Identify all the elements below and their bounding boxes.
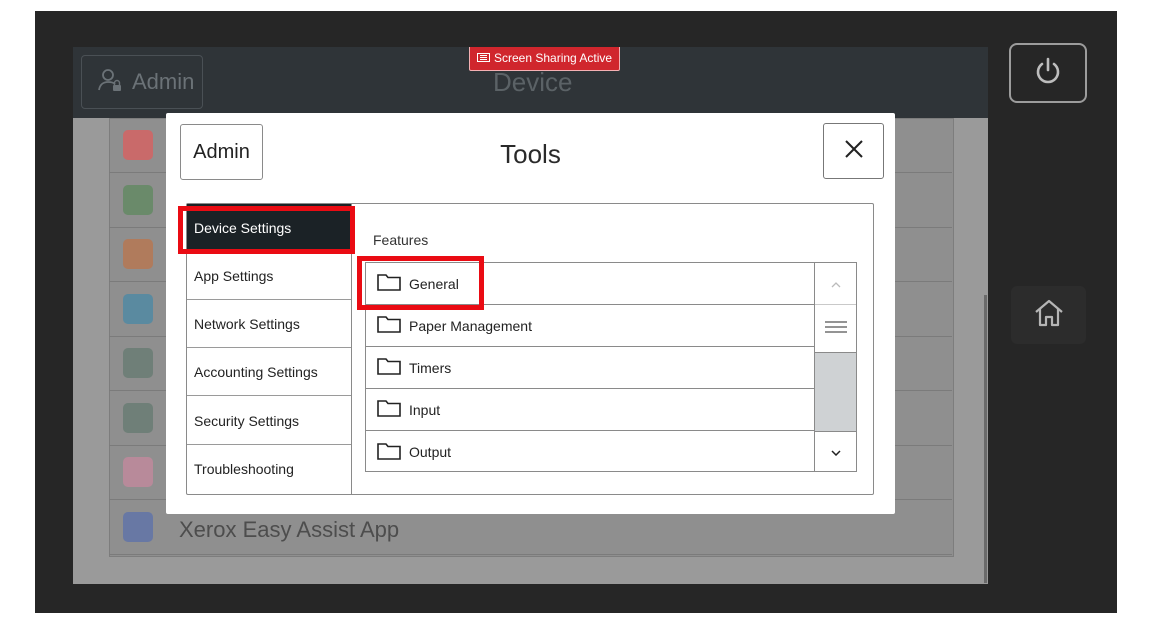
close-icon <box>843 138 865 165</box>
folder-icon <box>377 357 401 378</box>
background-scrollbar <box>984 295 987 583</box>
user-lock-icon <box>98 68 122 97</box>
settings-nav: Device Settings App Settings Network Set… <box>187 204 352 494</box>
drag-handle-icon <box>824 320 847 338</box>
folder-icon <box>377 399 401 420</box>
photo-upload-icon <box>123 130 153 160</box>
feature-label: Input <box>409 401 441 418</box>
feature-item-input[interactable]: Input <box>366 389 814 431</box>
background-page-title: Device <box>493 67 573 97</box>
screen-share-icon <box>477 51 490 65</box>
box-icon <box>123 239 153 269</box>
calculator-icon <box>123 294 153 324</box>
nav-item-device-settings[interactable]: Device Settings <box>187 204 351 252</box>
feature-label: Timers <box>409 359 452 376</box>
background-header: Admin Device Screen Sharing Active <box>73 47 988 118</box>
nav-item-network-settings[interactable]: Network Settings <box>187 300 351 348</box>
device-icon <box>123 403 153 433</box>
list-icon <box>123 185 153 215</box>
feature-label: General <box>409 275 459 292</box>
home-icon <box>1033 298 1065 333</box>
power-button[interactable] <box>1009 43 1087 103</box>
scroll-handle[interactable] <box>815 305 856 353</box>
id-badge-icon <box>123 512 153 542</box>
features-scrollbar[interactable] <box>815 262 857 472</box>
feature-item-paper-management[interactable]: Paper Management <box>366 305 814 347</box>
home-button[interactable] <box>1011 286 1086 344</box>
feature-item-timers[interactable]: Timers <box>366 347 814 389</box>
nav-item-security-settings[interactable]: Security Settings <box>187 397 351 445</box>
screen-sharing-badge: Screen Sharing Active <box>469 47 621 71</box>
device-icon <box>123 348 153 378</box>
feature-item-general[interactable]: General <box>366 263 814 305</box>
nav-item-accounting-settings[interactable]: Accounting Settings <box>187 348 351 396</box>
nav-item-troubleshooting[interactable]: Troubleshooting <box>187 445 351 493</box>
tools-dialog: Admin Tools Device Settings App Settings… <box>166 113 895 514</box>
scroll-down-button[interactable] <box>815 431 856 472</box>
feature-label: Paper Management <box>409 317 532 334</box>
background-admin-label: Admin <box>132 69 195 94</box>
power-icon <box>1033 56 1063 91</box>
folder-icon <box>377 273 401 294</box>
tools-panel: Device Settings App Settings Network Set… <box>186 203 874 495</box>
scroll-up-button[interactable] <box>815 263 856 305</box>
cloud-upload-icon <box>123 457 153 487</box>
feature-item-output[interactable]: Output <box>366 431 814 473</box>
nav-item-app-settings[interactable]: App Settings <box>187 252 351 300</box>
features-heading: Features <box>373 232 429 248</box>
folder-icon <box>377 442 401 463</box>
close-button[interactable] <box>823 123 884 179</box>
scroll-track[interactable] <box>815 353 856 431</box>
dialog-title: Tools <box>500 139 561 169</box>
xerox-easy-assist-label: Xerox Easy Assist App <box>179 517 400 542</box>
folder-icon <box>377 315 401 336</box>
chevron-up-icon <box>831 275 841 293</box>
features-list: General Paper Management Timers Input Ou… <box>365 262 815 472</box>
chevron-down-icon <box>830 443 841 461</box>
feature-label: Output <box>409 444 452 460</box>
background-admin-button: Admin <box>81 55 203 109</box>
screen-sharing-label: Screen Sharing Active <box>494 51 613 65</box>
